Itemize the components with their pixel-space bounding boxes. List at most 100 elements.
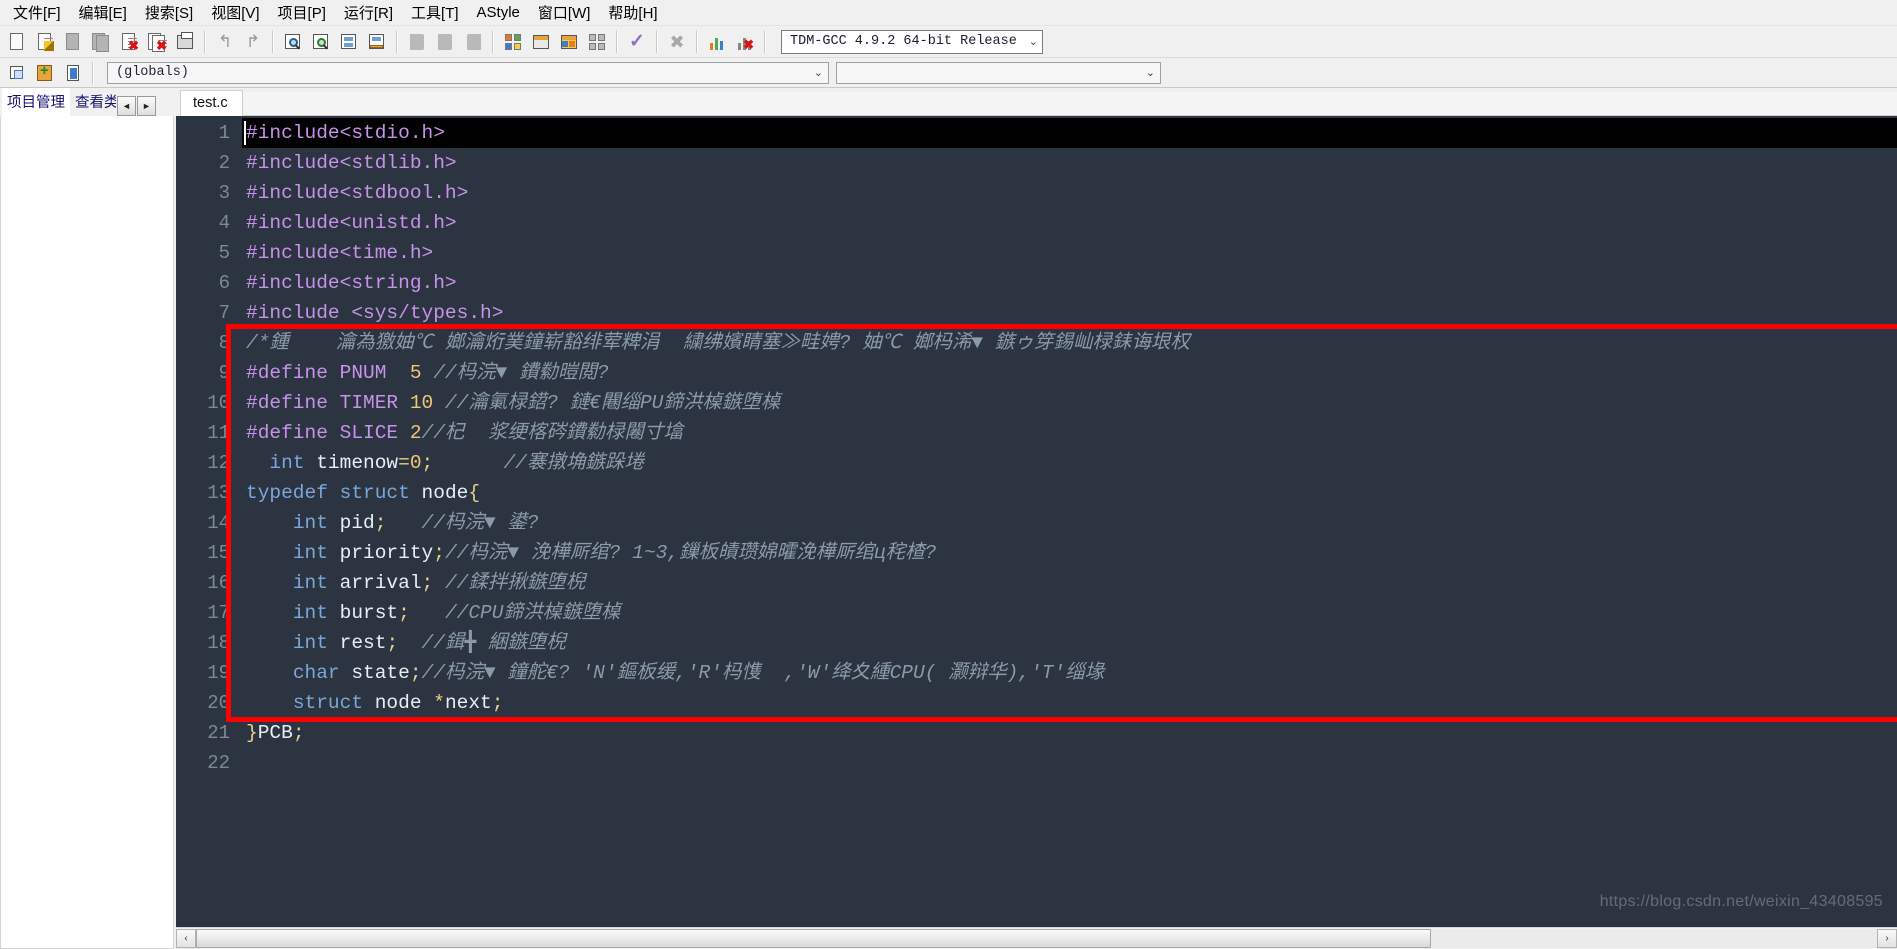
code-line[interactable]: #include <sys/types.h> <box>242 298 1897 328</box>
tab-scroll-next-button[interactable]: ► <box>137 96 156 116</box>
code-token: ; <box>374 512 387 534</box>
forward-icon[interactable] <box>432 29 458 55</box>
horizontal-scrollbar[interactable]: ‹ › <box>176 927 1897 949</box>
code-line[interactable] <box>242 748 1897 778</box>
compiler-set-select[interactable]: TDM-GCC 4.9.2 64-bit Release ⌄ <box>781 29 1043 54</box>
code-token: char <box>292 662 340 684</box>
new-file-icon[interactable] <box>4 29 30 55</box>
code-token: } <box>246 722 258 744</box>
code-line[interactable]: int rest; //鍓╋ 綑鏃堕棿 <box>242 628 1897 658</box>
run-icon[interactable] <box>528 29 554 55</box>
replace-icon[interactable] <box>308 29 334 55</box>
back-icon[interactable] <box>404 29 430 55</box>
code-token: int <box>292 602 328 624</box>
code-line[interactable]: /*鍾 瀹為獥妯℃ 嫏瀹烆菐鐘崭豁绯荤粺涓 繍绋嬪睛塞≫畦娉? 妯℃ 嫏杩浠▼ … <box>242 328 1897 358</box>
save-file-icon[interactable] <box>60 29 86 55</box>
stop-icon[interactable]: ✖ <box>664 29 690 55</box>
code-line[interactable]: #define TIMER 10 //瀹氭椂鍣? 鏈€闀缁PU鍗洪槕鏃堕槕 <box>242 388 1897 418</box>
menu-item-project[interactable]: 项目[P] <box>269 0 335 26</box>
save-all-icon[interactable] <box>88 29 114 55</box>
scroll-left-arrow[interactable]: ‹ <box>176 929 196 948</box>
sidebar-item-project-manager[interactable]: 项目管理 <box>2 88 70 116</box>
code-line[interactable]: #include<time.h> <box>242 238 1897 268</box>
member-select[interactable]: ⌄ <box>836 61 1161 84</box>
toolbar-separator <box>272 30 274 53</box>
menu-item-view[interactable]: 视图[V] <box>202 0 268 26</box>
scrollbar-thumb[interactable] <box>196 929 1431 948</box>
code-line[interactable]: int arrival; //鍒拌揪鏃堕棿 <box>242 568 1897 598</box>
code-line[interactable]: struct node *next; <box>242 688 1897 718</box>
goto-function-icon[interactable] <box>364 29 390 55</box>
code-token: 5 <box>409 362 422 384</box>
scrollbar-track[interactable] <box>196 929 1877 948</box>
code-token: next <box>444 692 492 714</box>
code-line[interactable]: }PCB; <box>242 718 1897 748</box>
menu-item-window[interactable]: 窗口[W] <box>529 0 600 26</box>
menu-item-run[interactable]: 运行[R] <box>335 0 402 26</box>
menu-item-astyle[interactable]: AStyle <box>468 1 529 24</box>
tab-scroll-prev-button[interactable]: ◄ <box>117 96 136 116</box>
profile-icon[interactable] <box>704 29 730 55</box>
redo-icon[interactable]: ↱ <box>240 29 266 55</box>
debug-icon[interactable]: ✖ <box>732 29 758 55</box>
code-token: //杩浣▼ 鐨勬暟閲? <box>421 362 609 384</box>
code-line[interactable]: typedef struct node{ <box>242 478 1897 508</box>
menu-item-search[interactable]: 搜索[S] <box>136 0 202 26</box>
tab-test-c[interactable]: test.c <box>180 90 243 116</box>
line-number: 15 <box>207 542 230 564</box>
menu-item-tools[interactable]: 工具[T] <box>402 0 468 26</box>
code-editor[interactable]: 1 2 3 4 5 6 7 8 9 10 11 12 13 14 15 16 17 18 19 20 21 22 #inc… <box>176 116 1897 927</box>
code-line[interactable]: #include<stdbool.h> <box>242 178 1897 208</box>
open-file-icon[interactable] <box>32 29 58 55</box>
code-token: rest <box>339 632 387 654</box>
line-number: 4 <box>218 212 230 234</box>
code-token: timenow <box>316 452 399 474</box>
code-token: #include<string.h> <box>246 272 457 294</box>
undo-icon[interactable]: ↰ <box>212 29 238 55</box>
code-token: PCB <box>257 722 293 744</box>
editor-area: test.c 1 2 3 4 5 6 7 8 9 10 11 12 13 14 15 16 17 18 19 20 21… <box>176 88 1897 949</box>
code-line[interactable]: int pid; //杩浣▼ 鍙? <box>242 508 1897 538</box>
compile-icon[interactable] <box>500 29 526 55</box>
code-line[interactable]: #include<stdlib.h> <box>242 148 1897 178</box>
menu-item-help[interactable]: 帮助[H] <box>599 0 666 26</box>
toggle-icon[interactable] <box>460 29 486 55</box>
code-line[interactable]: int timenow=0; //褰撴埆鏃跺埢 <box>242 448 1897 478</box>
insert-icon[interactable] <box>4 60 30 86</box>
menu-item-file[interactable]: 文件[F] <box>4 0 70 26</box>
project-tree-panel[interactable] <box>0 116 174 949</box>
code-line[interactable]: #include<stdio.h> <box>242 118 1897 148</box>
line-number: 14 <box>207 512 230 534</box>
toggle-bookmark-icon[interactable] <box>32 60 58 86</box>
rebuild-all-icon[interactable] <box>584 29 610 55</box>
sidebar-item-class-browser[interactable]: 查看类 <box>70 88 116 116</box>
code-line[interactable]: #include<unistd.h> <box>242 208 1897 238</box>
code-token: arrival <box>339 572 422 594</box>
code-line[interactable]: char state;//杩浣▼ 鐘舵€? 'N'鏂板缓,'R'杩愯 ,'W'绛… <box>242 658 1897 688</box>
code-line[interactable]: int burst; //CPU鍗洪槕鏃堕槕 <box>242 598 1897 628</box>
code-lines[interactable]: #include<stdio.h> #include<stdlib.h> #incl… <box>242 116 1897 927</box>
scroll-right-arrow[interactable]: › <box>1877 929 1897 948</box>
syntax-check-icon[interactable]: ✓ <box>624 29 650 55</box>
code-line[interactable]: #define PNUM 5 //杩浣▼ 鐨勬暟閲? <box>242 358 1897 388</box>
code-line[interactable]: int priority;//杩浣▼ 浼樺厛绾? 1~3,鏁板皟瓒婂曤浼樺厛绾ц… <box>242 538 1897 568</box>
close-file-icon[interactable]: ✖ <box>116 29 142 55</box>
toolbar-separator <box>492 30 494 53</box>
compile-run-icon[interactable] <box>556 29 582 55</box>
close-all-icon[interactable]: ✖ <box>144 29 170 55</box>
code-line[interactable]: #define SLICE 2//杞 浆绠楁硶鐨勬椂闂寸墖 <box>242 418 1897 448</box>
find-icon[interactable] <box>280 29 306 55</box>
print-icon[interactable] <box>172 29 198 55</box>
scope-select[interactable]: (globals) ⌄ <box>107 61 829 84</box>
code-line[interactable]: #include<string.h> <box>242 268 1897 298</box>
goto-line-icon[interactable] <box>336 29 362 55</box>
code-token: #include<unistd.h> <box>246 212 457 234</box>
menu-item-edit[interactable]: 编辑[E] <box>70 0 136 26</box>
goto-bookmark-icon[interactable] <box>60 60 86 86</box>
